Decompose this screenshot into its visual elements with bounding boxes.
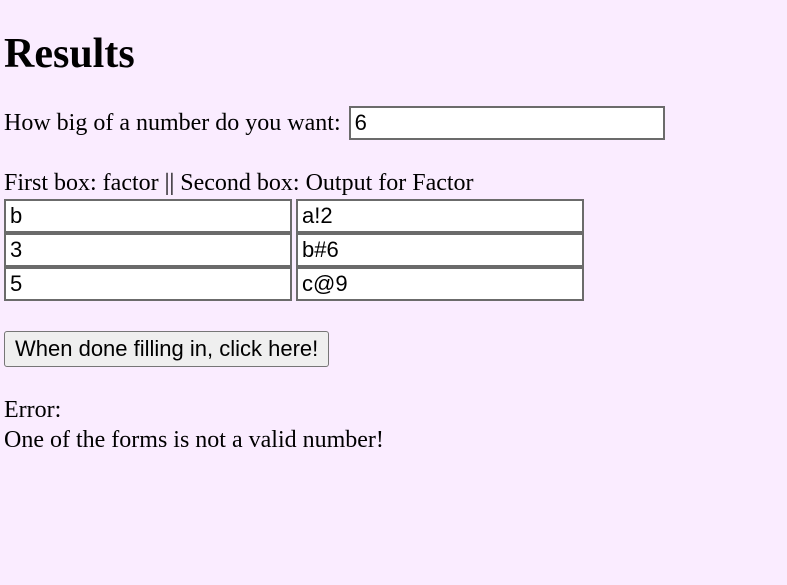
output-input-1[interactable] <box>296 233 584 267</box>
rows-hint-label: First box: factor || Second box: Output … <box>4 170 783 197</box>
factor-input-2[interactable] <box>4 267 292 301</box>
submit-button[interactable]: When done filling in, click here! <box>4 331 329 367</box>
error-message: One of the forms is not a valid number! <box>4 425 783 455</box>
size-prompt-label: How big of a number do you want: <box>4 110 347 136</box>
output-input-0[interactable] <box>296 199 584 233</box>
factor-input-0[interactable] <box>4 199 292 233</box>
error-label: Error: <box>4 395 783 425</box>
output-input-2[interactable] <box>296 267 584 301</box>
page-title: Results <box>4 30 783 78</box>
factor-input-1[interactable] <box>4 233 292 267</box>
size-input[interactable] <box>349 106 665 140</box>
